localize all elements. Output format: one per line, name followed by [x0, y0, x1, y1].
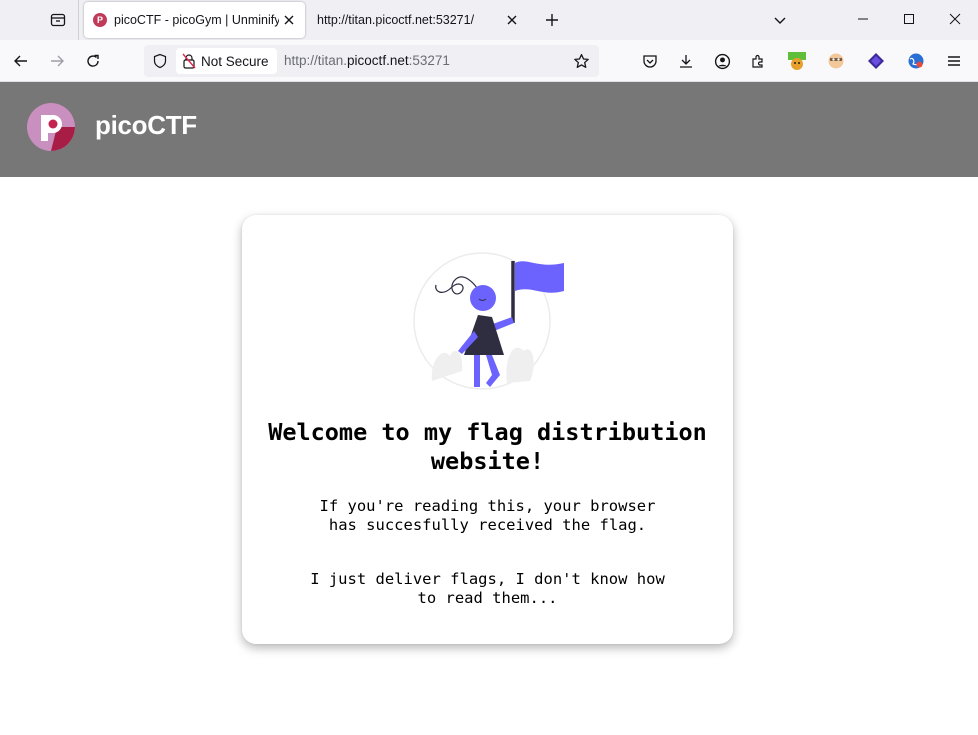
minimize-button[interactable] — [840, 0, 886, 38]
url-prefix: http://titan. — [284, 53, 348, 68]
account-icon — [714, 53, 730, 69]
tab-separator — [78, 0, 79, 40]
pocket-icon — [643, 55, 657, 68]
navigation-toolbar: Not Secure http://titan.picoctf.net:5327… — [0, 40, 978, 82]
maximize-button[interactable] — [886, 0, 932, 38]
extension-4-button[interactable] — [904, 49, 928, 73]
connection-not-secure-button[interactable]: Not Secure — [176, 48, 277, 74]
extension-3-icon — [868, 53, 884, 69]
reload-icon — [87, 54, 99, 67]
firefox-view-button[interactable] — [44, 6, 72, 34]
reload-button[interactable] — [77, 45, 109, 77]
shield-icon — [153, 53, 167, 69]
plus-icon — [546, 14, 558, 26]
close-window-button[interactable] — [932, 0, 978, 38]
close-tab-button[interactable] — [502, 10, 522, 30]
picoctf-logo-icon[interactable] — [27, 103, 75, 151]
close-icon — [284, 15, 294, 25]
flag-received-text: If you're reading this, your browser has… — [319, 497, 656, 534]
extension-2-icon — [828, 53, 844, 69]
insecure-lock-icon — [182, 53, 196, 69]
tracking-protection-button[interactable] — [150, 51, 170, 71]
site-header: picoCTF — [0, 82, 978, 177]
url-host: picoctf.net — [347, 53, 409, 68]
extension-1-button[interactable] — [785, 49, 809, 73]
close-icon — [949, 13, 961, 25]
tab-title: http://titan.picoctf.net:53271/ — [317, 13, 475, 27]
hamburger-menu-icon — [948, 56, 960, 66]
back-button[interactable] — [5, 45, 37, 77]
url-bar[interactable]: Not Secure http://titan.picoctf.net:5327… — [144, 45, 599, 77]
arrow-left-icon — [14, 55, 27, 67]
welcome-card: Welcome to my flag distribution website!… — [242, 215, 733, 644]
downloads-button[interactable] — [674, 49, 698, 73]
star-icon — [573, 53, 589, 68]
bookmark-button[interactable] — [571, 51, 591, 71]
extension-2-button[interactable] — [824, 49, 848, 73]
flag-bearer-illustration — [413, 252, 564, 390]
tab-titan[interactable]: http://titan.picoctf.net:53271/ — [307, 2, 528, 38]
extension-4-icon — [908, 53, 924, 69]
minimize-icon — [858, 18, 868, 20]
page-heading: Welcome to my flag distribution website! — [268, 418, 707, 475]
extensions-button[interactable] — [746, 49, 770, 73]
security-label: Not Secure — [201, 53, 269, 69]
chevron-down-icon — [774, 17, 786, 24]
list-all-tabs-button[interactable] — [766, 6, 794, 34]
extension-3-button[interactable] — [864, 49, 888, 73]
tab-picoctf[interactable]: P picoCTF - picoGym | Unminify Ch — [84, 2, 305, 38]
firefox-view-icon — [50, 13, 66, 27]
pocket-button[interactable] — [638, 49, 662, 73]
url-suffix: :53271 — [408, 53, 450, 68]
new-tab-button[interactable] — [538, 6, 566, 34]
arrow-right-icon — [51, 55, 64, 67]
close-tab-button[interactable] — [279, 10, 299, 30]
close-icon — [507, 15, 517, 25]
extension-1-icon — [788, 52, 806, 70]
forward-button[interactable] — [41, 45, 73, 77]
maximize-icon — [904, 14, 914, 24]
extensions-icon — [752, 54, 763, 68]
brand-name[interactable]: picoCTF — [95, 110, 197, 141]
downloads-icon — [680, 55, 692, 68]
account-button[interactable] — [710, 49, 734, 73]
url-text[interactable]: http://titan.picoctf.net:53271 — [284, 53, 450, 68]
picoctf-favicon-icon: P — [93, 13, 107, 27]
menu-button[interactable] — [942, 49, 966, 73]
flag-disclaimer-text: I just deliver flags, I don't know how t… — [310, 570, 665, 607]
tab-strip: P picoCTF - picoGym | Unminify Ch http:/… — [0, 0, 978, 40]
tab-title: picoCTF - picoGym | Unminify Ch — [114, 13, 279, 27]
